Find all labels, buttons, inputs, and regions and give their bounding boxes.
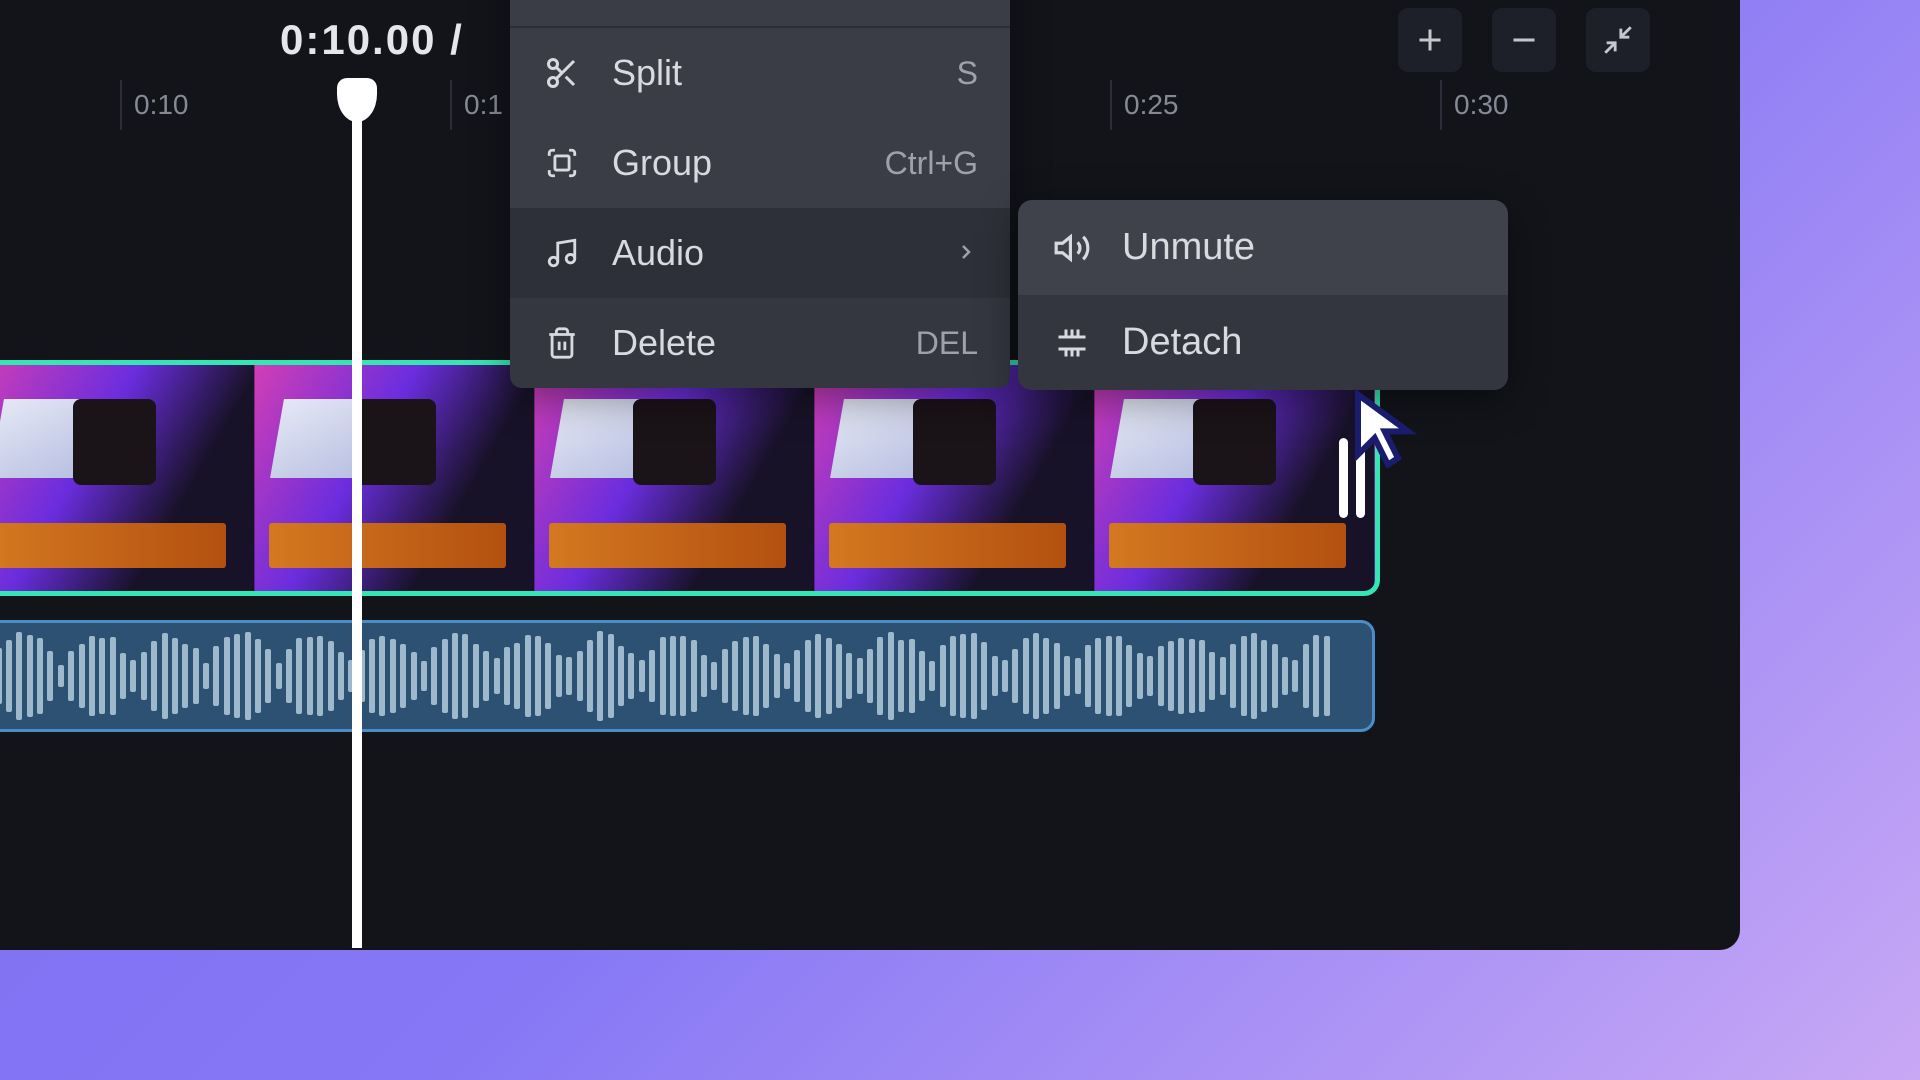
chevron-right-icon [954, 235, 978, 272]
minus-icon [1506, 22, 1542, 58]
menu-item-split[interactable]: Split S [510, 28, 1010, 118]
menu-shortcut: S [957, 55, 978, 92]
cursor-icon [1348, 388, 1428, 473]
submenu-item-unmute[interactable]: Unmute [1018, 200, 1508, 295]
toolbar-icons [1398, 8, 1650, 72]
clip-thumbnail [255, 365, 535, 591]
menu-item-group[interactable]: Group Ctrl+G [510, 118, 1010, 208]
ruler-tick: 0:30 [1440, 80, 1509, 130]
submenu-item-detach[interactable]: Detach [1018, 295, 1508, 390]
menu-item-paste[interactable]: Paste Ctrl+V [510, 0, 1010, 28]
music-icon [542, 233, 582, 273]
submenu-label: Detach [1122, 321, 1474, 364]
timeline-editor-panel: 0:10.00 / 0:10 0:1 0:25 0:30 [0, 0, 1740, 950]
paste-icon [542, 0, 582, 1]
menu-label: Group [612, 142, 855, 184]
ruler-tick: 0:25 [1110, 80, 1179, 130]
detach-icon [1052, 323, 1092, 363]
menu-item-delete[interactable]: Delete DEL [510, 298, 1010, 388]
menu-label: Delete [612, 322, 886, 364]
zoom-in-button[interactable] [1398, 8, 1462, 72]
submenu-label: Unmute [1122, 226, 1474, 269]
playhead[interactable] [352, 78, 362, 948]
playhead-line [352, 108, 362, 948]
collapse-icon [1601, 23, 1635, 57]
fit-button[interactable] [1586, 8, 1650, 72]
menu-shortcut: Ctrl+G [885, 145, 978, 182]
ruler-tick: 0:1 [450, 80, 503, 130]
audio-submenu: Unmute Detach [1018, 200, 1508, 390]
clip-thumbnail [0, 365, 255, 591]
menu-shortcut: DEL [916, 325, 978, 362]
clip-thumbnail [815, 365, 1095, 591]
plus-icon [1412, 22, 1448, 58]
clip-thumbnail [535, 365, 815, 591]
ruler-tick: 0:10 [120, 80, 189, 130]
menu-label: Split [612, 52, 927, 94]
timestamp-display: 0:10.00 / [280, 16, 464, 64]
speaker-icon [1052, 228, 1092, 268]
menu-label: Audio [612, 232, 924, 274]
audio-clip[interactable] [0, 620, 1375, 732]
scissors-icon [542, 53, 582, 93]
menu-item-audio[interactable]: Audio [510, 208, 1010, 298]
context-menu: Paste Ctrl+V Split S Group Ctrl+G Audio [510, 0, 1010, 388]
menu-label: Paste [612, 0, 858, 2]
zoom-out-button[interactable] [1492, 8, 1556, 72]
trash-icon [542, 323, 582, 363]
group-icon [542, 143, 582, 183]
video-clip[interactable] [0, 360, 1380, 596]
